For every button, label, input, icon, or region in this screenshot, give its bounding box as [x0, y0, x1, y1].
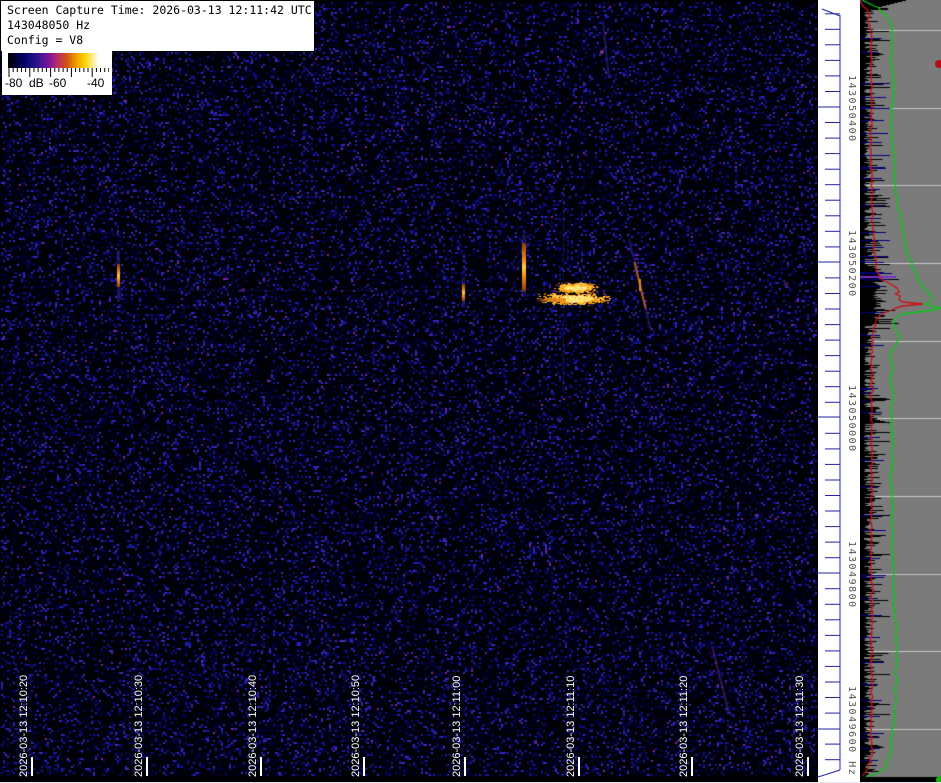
freq-label: 143049800 — [846, 540, 857, 609]
color-scale-label: -40 — [87, 76, 105, 90]
time-label: 2026-03-13 12:10:40 — [247, 674, 259, 777]
waterfall-canvas — [0, 0, 818, 783]
time-label: 2026-03-13 12:11:30 — [794, 675, 806, 777]
freq-label: 143049600 Hz — [846, 685, 857, 777]
color-gradient-bar — [8, 53, 109, 68]
capture-time-text: Screen Capture Time: 2026-03-13 12:11:42… — [7, 3, 312, 17]
time-tick — [464, 757, 466, 776]
time-tick — [146, 757, 148, 776]
time-label: 2026-03-13 12:11:10 — [565, 675, 577, 777]
color-scale: -80 dB -60 -40 — [2, 51, 112, 95]
color-scale-label: -60 — [49, 76, 67, 90]
freq-label: 143050400 — [846, 74, 857, 143]
capture-info-box: Screen Capture Time: 2026-03-13 12:11:42… — [1, 1, 315, 52]
spectrum-lab-window: 2026-03-13 12:10:20 2026-03-13 12:10:30 20… — [0, 0, 941, 783]
color-scale-label: -80 — [5, 76, 23, 90]
time-label: 2026-03-13 12:10:50 — [350, 674, 362, 777]
spectrum-panel-canvas — [860, 0, 941, 783]
time-label: 2026-03-13 12:11:00 — [451, 675, 463, 777]
color-scale-label: dB — [29, 76, 44, 90]
config-text: Config = V8 — [7, 33, 84, 47]
time-tick — [31, 757, 33, 776]
spectrum-marker-red-dot — [935, 60, 941, 68]
time-tick — [260, 757, 262, 776]
time-label: 2026-03-13 12:11:20 — [678, 675, 690, 777]
time-label: 2026-03-13 12:10:30 — [133, 674, 145, 777]
time-tick — [691, 757, 693, 776]
time-tick — [363, 757, 365, 776]
freq-label: 143050000 — [846, 384, 857, 453]
time-tick — [578, 757, 580, 776]
freq-label: 143050200 — [846, 229, 857, 298]
time-label: 2026-03-13 12:10:20 — [18, 674, 30, 777]
time-tick — [807, 757, 809, 776]
frequency-text: 143048050 Hz — [7, 18, 91, 32]
